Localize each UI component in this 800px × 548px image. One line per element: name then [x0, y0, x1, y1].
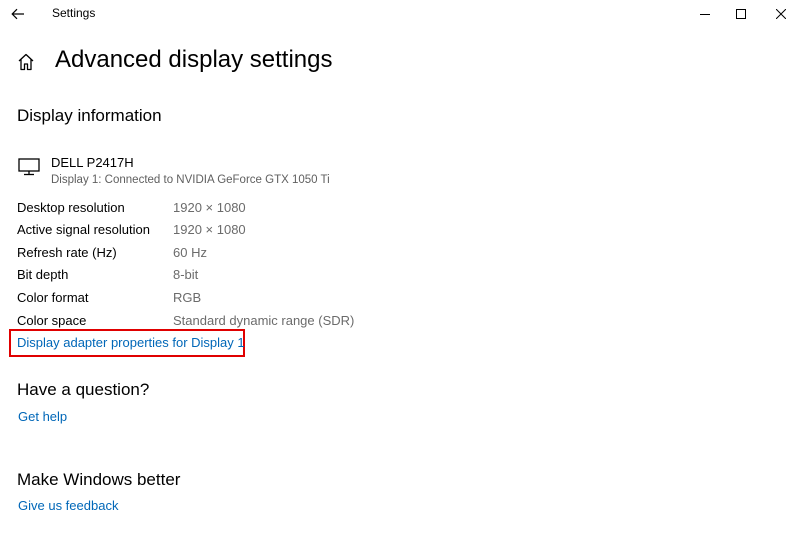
give-us-feedback-link[interactable]: Give us feedback — [18, 498, 118, 513]
window-title: Settings — [52, 6, 96, 20]
maximize-icon — [736, 9, 746, 19]
active-signal-resolution-label: Active signal resolution — [17, 222, 150, 237]
color-space-label: Color space — [17, 313, 87, 328]
display-information-heading: Display information — [17, 106, 162, 125]
page-title: Advanced display settings — [55, 46, 333, 73]
close-icon — [776, 9, 786, 19]
home-icon — [18, 53, 34, 71]
make-windows-better-heading: Make Windows better — [17, 470, 181, 489]
back-button[interactable] — [4, 2, 32, 26]
have-a-question-heading: Have a question? — [17, 380, 150, 399]
home-button[interactable] — [16, 52, 38, 74]
color-format-value: RGB — [173, 290, 202, 305]
desktop-resolution-value: 1920 × 1080 — [173, 200, 246, 215]
refresh-rate-label: Refresh rate (Hz) — [17, 245, 117, 260]
minimize-icon — [700, 14, 710, 15]
refresh-rate-value: 60 Hz — [173, 245, 207, 260]
bit-depth-label: Bit depth — [17, 267, 69, 282]
monitor-subtitle: Display 1: Connected to NVIDIA GeForce G… — [51, 174, 330, 186]
monitor-icon — [18, 158, 40, 181]
get-help-link[interactable]: Get help — [18, 409, 67, 424]
close-button[interactable] — [758, 0, 800, 28]
display-adapter-properties-link[interactable]: Display adapter properties for Display 1 — [17, 335, 245, 350]
title-bar — [0, 0, 800, 28]
monitor-name: DELL P2417H — [51, 155, 134, 170]
desktop-resolution-label: Desktop resolution — [17, 200, 125, 215]
color-space-value: Standard dynamic range (SDR) — [173, 313, 355, 328]
color-format-label: Color format — [17, 290, 89, 305]
active-signal-resolution-value: 1920 × 1080 — [173, 222, 246, 237]
back-arrow-icon — [11, 8, 24, 20]
bit-depth-value: 8-bit — [173, 267, 199, 282]
